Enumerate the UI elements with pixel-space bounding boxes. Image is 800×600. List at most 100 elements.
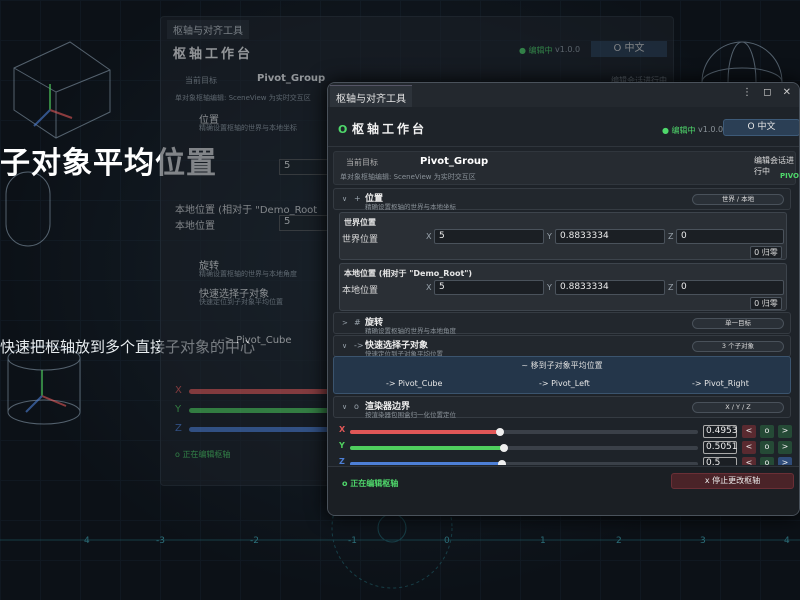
section-desc: 按渲染器包围盒归一化位置定位 [365, 411, 456, 419]
language-button[interactable]: O 中文 [723, 119, 799, 136]
bounds-sliders: X 0.4953 < o > Y 0.5051 < o > Z 0.5 < o > [328, 421, 799, 465]
slider-handle[interactable] [496, 428, 504, 436]
world-position-box: 世界位置 世界位置 X 5 Y 0.8833334 Z 0 0 归零 [339, 212, 787, 260]
slider-handle[interactable] [500, 444, 508, 452]
axis-label: Z [339, 457, 345, 465]
move-icon: + [354, 194, 361, 203]
chevron-down-icon: ∨ [342, 195, 348, 203]
local-position-box: 本地位置 (相对于 "Demo_Root") 本地位置 X 5 Y 0.8833… [339, 263, 787, 311]
position-section-header[interactable]: ∨ + 位置 精确设置枢轴的世界与本地坐标 世界 / 本地 [333, 188, 791, 211]
world-position-label: 世界位置 [342, 235, 379, 245]
z-axis-label: Z [668, 283, 674, 292]
local-position-label: 本地位置 [342, 286, 379, 296]
bg-x-bar [189, 389, 329, 394]
editing-status: o 正在编辑枢轴 [342, 479, 399, 488]
center-button[interactable]: o [760, 425, 774, 438]
slider-fill [350, 430, 500, 434]
axis-number: 4 [784, 536, 790, 546]
section-desc: 精确设置枢轴的世界与本地角度 [365, 327, 456, 335]
slider-fill [350, 462, 502, 465]
slider-row-x: X 0.4953 < o > [328, 425, 799, 440]
bg-window-tab: 枢轴与对齐工具 [167, 20, 249, 39]
axis-badge[interactable]: X / Y / Z [692, 402, 784, 413]
decrement-button[interactable]: < [742, 457, 756, 465]
target-name: Pivot_Group [420, 156, 489, 167]
axis-label: X [339, 425, 346, 434]
current-target-panel: 当前目标 Pivot_Group 单对象枢轴编辑: SceneView 为实时交… [333, 151, 799, 185]
world-position-title: 世界位置 [344, 218, 376, 227]
window-controls-icon[interactable]: ⋮ ◻ ✕ [742, 87, 795, 98]
bg-rotation-desc: 精确设置枢轴的世界与本地角度 [199, 270, 297, 278]
world-zero-button[interactable]: 0 归零 [750, 246, 782, 259]
bg-editing: o 正在编辑枢轴 [175, 450, 231, 459]
center-button[interactable]: o [760, 457, 774, 465]
axis-number: -3 [156, 536, 165, 546]
axis-number: 4 [84, 536, 90, 546]
slider-handle[interactable] [498, 460, 506, 465]
child-count-badge[interactable]: 3 个子对象 [692, 341, 784, 352]
decrement-button[interactable]: < [742, 425, 756, 438]
bg-local-label: 本地位置 (相对于 "Demo_Root [175, 205, 318, 216]
bg-hint: 单对象枢轴编辑: SceneView 为实时交互区 [175, 94, 311, 102]
decrement-button[interactable]: < [742, 441, 756, 454]
quick-select-section-header[interactable]: ∨ -> 快速选择子对象 快速定位到子对象平均位置 3 个子对象 [333, 335, 791, 358]
move-to-children-panel[interactable]: ~ 移到子对象平均位置 -> Pivot_Cube -> Pivot_Left … [333, 356, 791, 394]
section-desc: 精确设置枢轴的世界与本地坐标 [365, 203, 456, 211]
axis-number: 0 [444, 536, 450, 546]
world-z-field[interactable]: 0 [676, 229, 784, 244]
axis-number: -1 [348, 536, 357, 546]
bg-position-desc: 精确设置枢轴的世界与本地坐标 [199, 124, 297, 132]
slider-row-y: Y 0.5051 < o > [328, 441, 799, 456]
world-x-field[interactable]: 5 [434, 229, 544, 244]
window-tab[interactable]: 枢轴与对齐工具 [330, 85, 412, 107]
slider-value-field[interactable]: 0.5 [703, 457, 737, 465]
bg-version: v1.0.0 [555, 45, 581, 54]
bounds-icon: o [354, 402, 359, 411]
axis-number: 1 [540, 536, 546, 546]
local-x-field[interactable]: 5 [434, 280, 544, 295]
center-button[interactable]: o [760, 441, 774, 454]
arrow-icon: -> [354, 341, 364, 350]
page-title: 枢轴工作台 [352, 122, 428, 136]
chevron-down-icon: ∨ [342, 342, 348, 350]
world-local-toggle[interactable]: 世界 / 本地 [692, 194, 784, 205]
axis-number: -2 [250, 536, 259, 546]
increment-button[interactable]: > [778, 441, 792, 454]
child-button-cube[interactable]: -> Pivot_Cube [386, 379, 442, 388]
move-to-average-button[interactable]: ~ 移到子对象平均位置 [334, 360, 790, 371]
child-button-right[interactable]: -> Pivot_Right [692, 379, 749, 388]
local-position-title: 本地位置 (相对于 "Demo_Root") [344, 269, 473, 278]
bg-local-row: 本地位置 [175, 221, 215, 232]
edit-status-badge: ● 编辑中 [662, 126, 696, 135]
y-axis-label: Y [547, 283, 552, 292]
renderer-bounds-section-header[interactable]: ∨ o 渲染器边界 按渲染器包围盒归一化位置定位 X / Y / Z [333, 396, 791, 419]
x-axis-label: X [426, 232, 432, 241]
increment-button[interactable]: > [778, 425, 792, 438]
world-y-field[interactable]: 0.8833334 [555, 229, 665, 244]
axis-number: 3 [700, 536, 706, 546]
slider-value-field[interactable]: 0.5051 [703, 441, 738, 454]
scene-axis-numbers: 4 -3 -2 -1 0 1 2 3 4 [0, 536, 800, 550]
slider-fill [350, 446, 504, 450]
bg-z-label: Z [175, 423, 182, 434]
local-zero-button[interactable]: 0 归零 [750, 297, 782, 310]
child-button-left[interactable]: -> Pivot_Left [539, 379, 590, 388]
stop-editing-button[interactable]: x 停止更改枢轴 [671, 473, 794, 489]
slider-value-field[interactable]: 0.4953 [703, 425, 738, 438]
window-tabbar: 枢轴与对齐工具 ⋮ ◻ ✕ [328, 83, 799, 107]
window-footer: o 正在编辑枢轴 x 停止更改枢轴 [328, 466, 799, 515]
local-z-field[interactable]: 0 [676, 280, 784, 295]
pivot-tool-window: 枢轴与对齐工具 ⋮ ◻ ✕ O 枢轴工作台 ● 编辑中 v1.0.0 O 中文 … [327, 82, 800, 516]
y-axis-label: Y [547, 232, 552, 241]
bg-lang-button: O 中文 [591, 41, 667, 57]
bg-window-title: 枢轴工作台 [173, 47, 254, 62]
bg-y-label: Y [175, 404, 182, 415]
bg-current-target: 当前目标 [185, 76, 217, 85]
rotation-section-header[interactable]: > # 旋转 精确设置枢轴的世界与本地角度 单一目标 [333, 312, 791, 335]
axis-number: 2 [616, 536, 622, 546]
local-y-field[interactable]: 0.8833334 [555, 280, 665, 295]
target-hint: 单对象枢轴编辑: SceneView 为实时交互区 [340, 173, 476, 181]
increment-button[interactable]: > [778, 457, 792, 465]
logo-icon: O [338, 123, 348, 136]
single-target-badge[interactable]: 单一目标 [692, 318, 784, 329]
